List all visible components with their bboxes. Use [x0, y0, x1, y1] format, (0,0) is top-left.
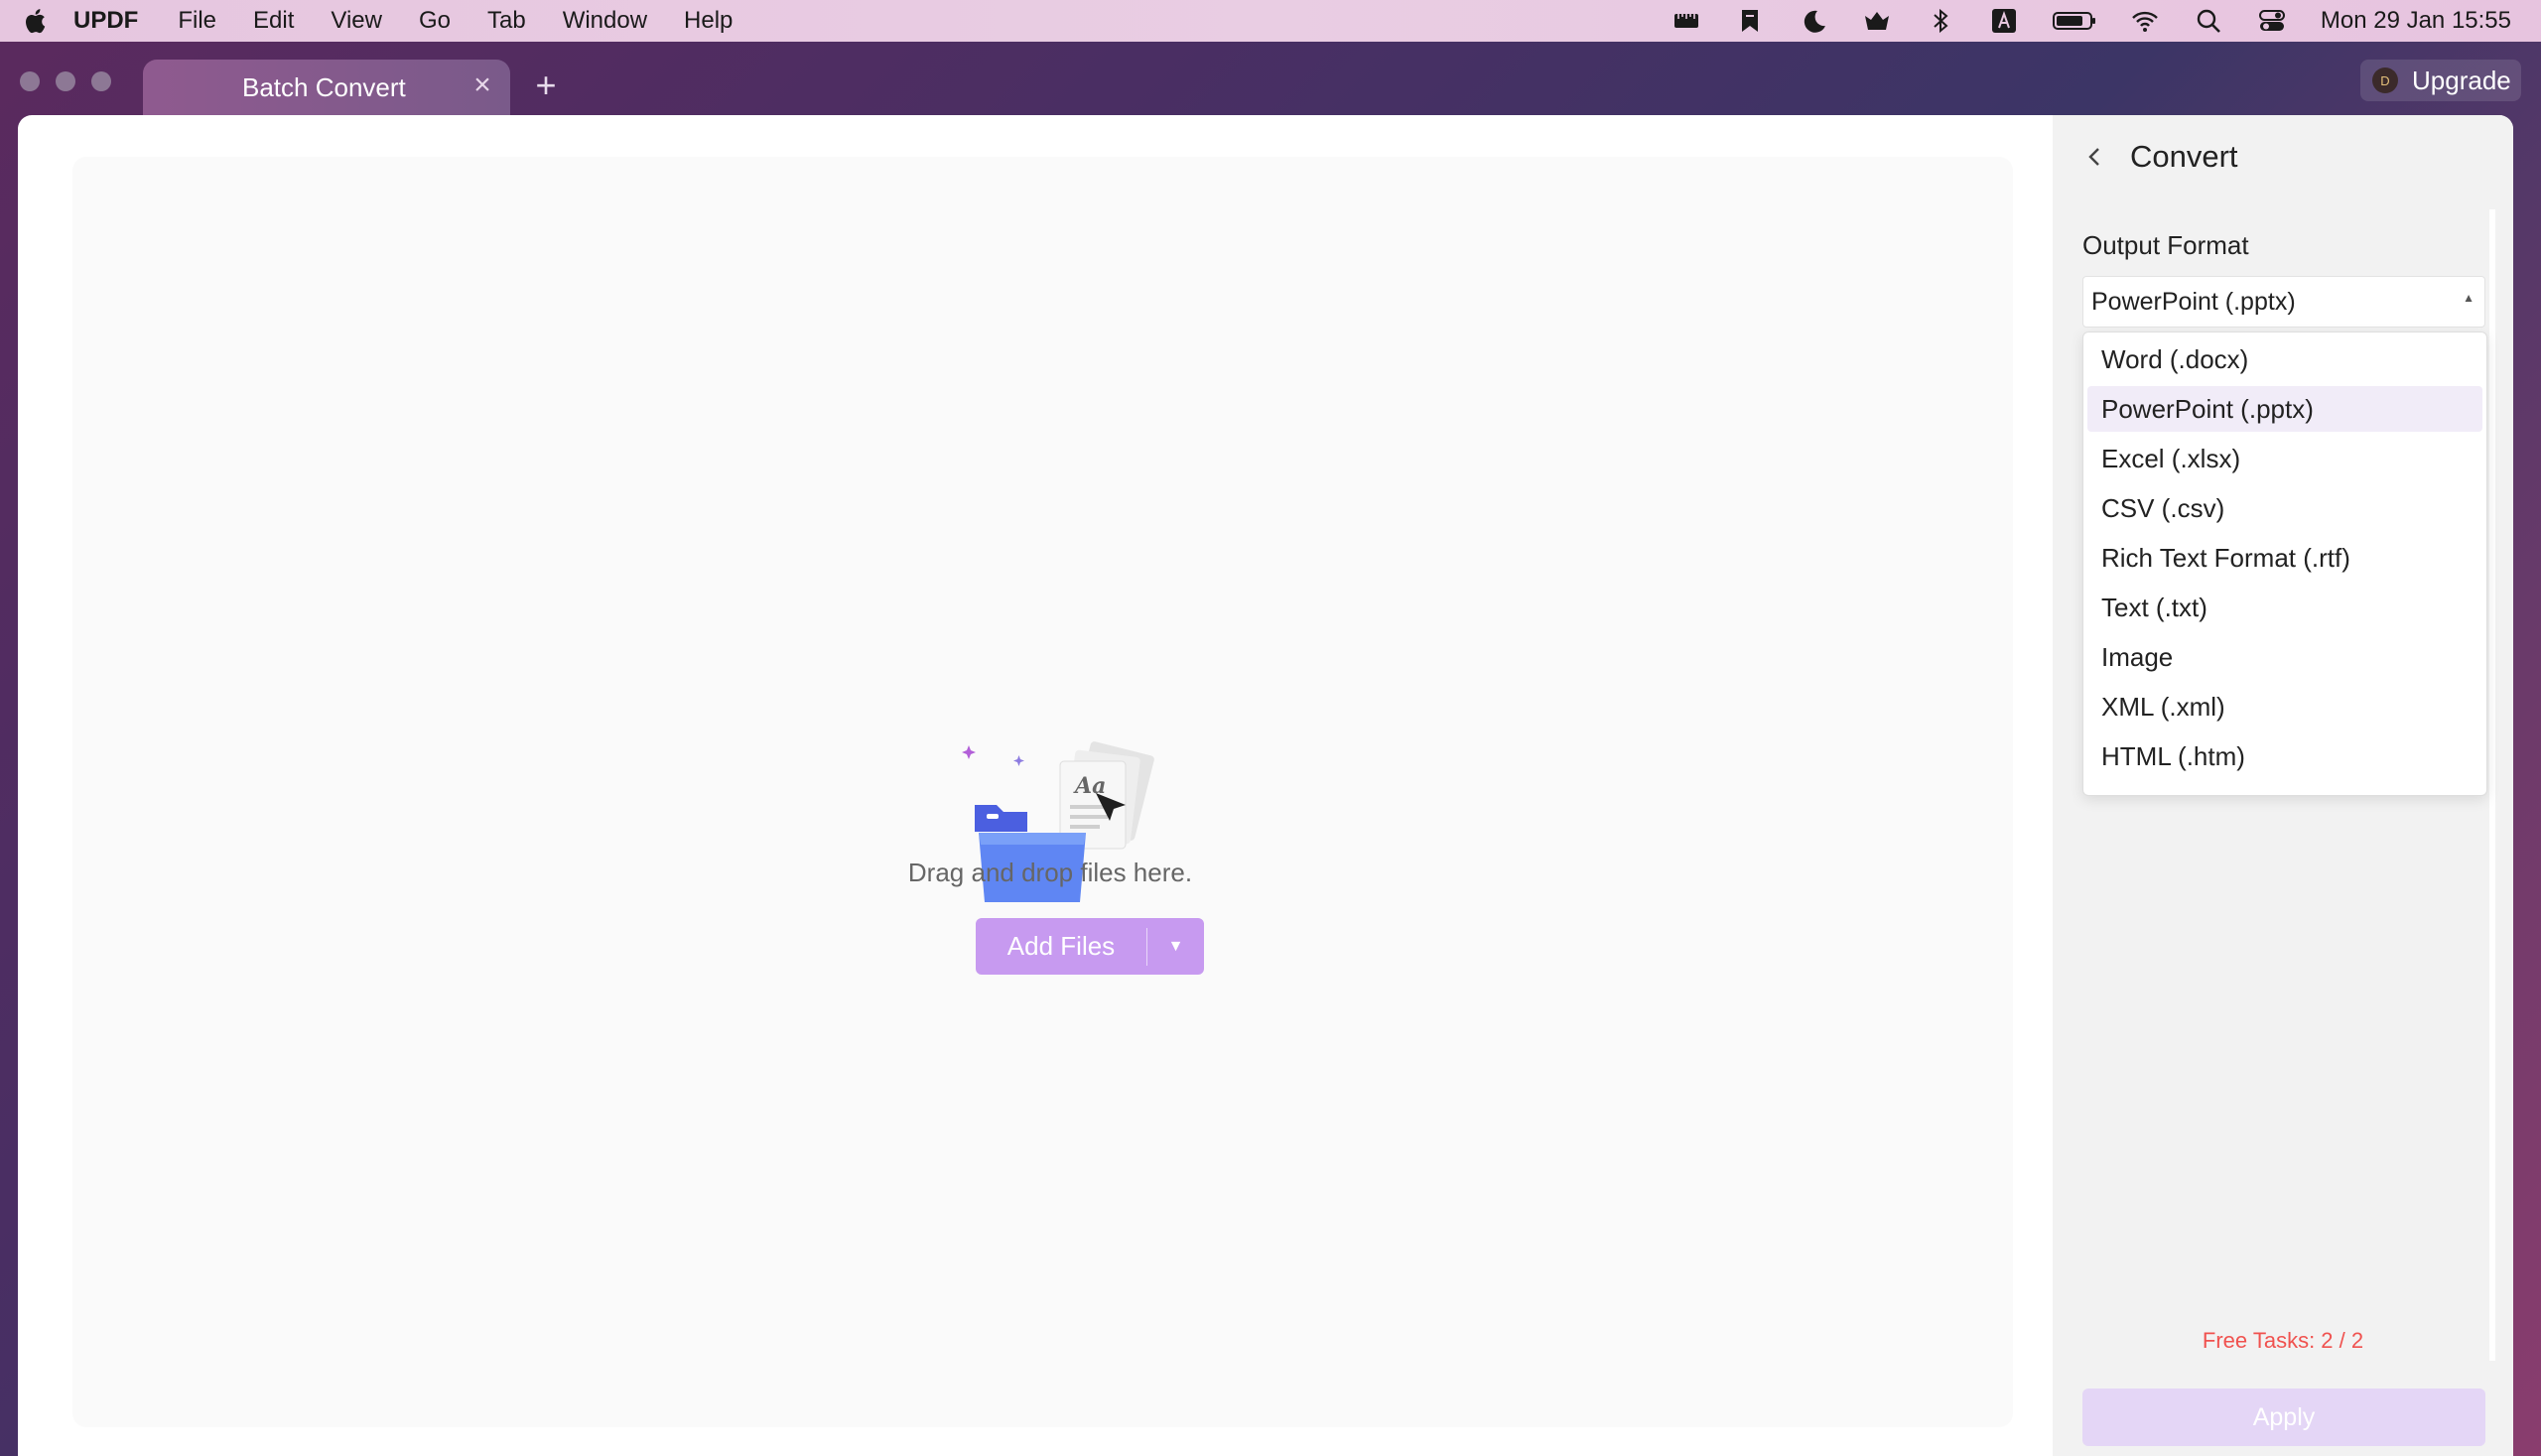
tab-label: Batch Convert — [242, 72, 406, 102]
format-option-word[interactable]: Word (.docx) — [2087, 336, 2482, 382]
bluetooth-icon[interactable] — [1926, 8, 1955, 34]
drag-drop-hint: Drag and drop files here. — [907, 858, 1193, 887]
control-center-icon[interactable] — [2257, 8, 2287, 34]
panel-scrollbar[interactable] — [2489, 209, 2495, 1361]
menu-tab[interactable]: Tab — [487, 7, 526, 35]
keyboard-a-icon[interactable] — [1989, 8, 2019, 34]
menu-view[interactable]: View — [331, 7, 382, 35]
menu-clock[interactable]: Mon 29 Jan 15:55 — [2321, 7, 2511, 35]
search-icon[interactable] — [2194, 8, 2223, 34]
window-close-button[interactable] — [20, 71, 40, 91]
format-option-excel[interactable]: Excel (.xlsx) — [2087, 436, 2482, 481]
add-files-label: Add Files — [1006, 931, 1116, 961]
chevron-down-icon[interactable]: ▼ — [1147, 938, 1204, 956]
main-window: Aa Drag and drop files here. Add Files ▼… — [18, 115, 2513, 1456]
window-minimize-button[interactable] — [56, 71, 75, 91]
close-icon[interactable]: × — [468, 70, 496, 100]
menu-help[interactable]: Help — [684, 7, 733, 35]
inbox-icon[interactable] — [1862, 8, 1892, 34]
output-format-value: PowerPoint (.pptx) — [2091, 288, 2296, 316]
upgrade-label: Upgrade — [2412, 65, 2511, 95]
format-option-image[interactable]: Image — [2087, 634, 2482, 680]
moon-icon[interactable] — [1799, 8, 1828, 34]
format-option-text[interactable]: Text (.txt) — [2087, 585, 2482, 630]
format-option-html[interactable]: HTML (.htm) — [2087, 733, 2482, 779]
menu-file[interactable]: File — [178, 7, 216, 35]
free-tasks-counter: Free Tasks: 2 / 2 — [2202, 1328, 2364, 1353]
window-zoom-button[interactable] — [91, 71, 111, 91]
chevron-up-icon: ▲ — [2463, 291, 2474, 305]
new-tab-button[interactable]: + — [531, 66, 561, 105]
apply-button[interactable]: Apply — [2082, 1389, 2485, 1446]
panel-header: Convert — [2084, 139, 2238, 175]
menu-edit[interactable]: Edit — [253, 7, 294, 35]
menu-window[interactable]: Window — [563, 7, 647, 35]
bookmark-icon[interactable] — [1735, 8, 1765, 34]
chevron-left-icon[interactable] — [2084, 142, 2104, 172]
output-format-dropdown: Word (.docx) PowerPoint (.pptx) Excel (.… — [2082, 331, 2487, 796]
panel-title: Convert — [2130, 139, 2238, 174]
format-option-rtf[interactable]: Rich Text Format (.rtf) — [2087, 535, 2482, 581]
avatar: D — [2372, 67, 2398, 93]
battery-icon[interactable] — [2052, 8, 2096, 34]
menu-bar: UPDF File Edit View Go Tab Window Help M… — [0, 0, 2541, 42]
menu-app-name[interactable]: UPDF — [73, 7, 138, 35]
format-option-powerpoint[interactable]: PowerPoint (.pptx) — [2087, 386, 2482, 432]
upgrade-button[interactable]: D Upgrade — [2360, 60, 2521, 101]
tab-batch-convert[interactable]: Batch Convert × — [143, 60, 510, 115]
format-option-csv[interactable]: CSV (.csv) — [2087, 485, 2482, 531]
output-format-label: Output Format — [2082, 230, 2249, 260]
menu-go[interactable]: Go — [419, 7, 451, 35]
format-option-xml[interactable]: XML (.xml) — [2087, 684, 2482, 729]
output-format-select[interactable]: PowerPoint (.pptx) ▲ — [2082, 276, 2485, 328]
convert-panel: Convert Output Format PowerPoint (.pptx)… — [2053, 115, 2513, 1456]
ruler-icon[interactable] — [1672, 8, 1701, 34]
status-area: Mon 29 Jan 15:55 — [1638, 0, 2511, 42]
wifi-icon[interactable] — [2130, 8, 2160, 34]
svg-text:Aa: Aa — [1073, 773, 1106, 799]
add-files-button[interactable]: Add Files ▼ — [976, 918, 1204, 975]
file-drop-zone[interactable]: Aa Drag and drop files here. Add Files ▼ — [72, 157, 2013, 1427]
apple-logo-icon[interactable] — [24, 8, 46, 34]
